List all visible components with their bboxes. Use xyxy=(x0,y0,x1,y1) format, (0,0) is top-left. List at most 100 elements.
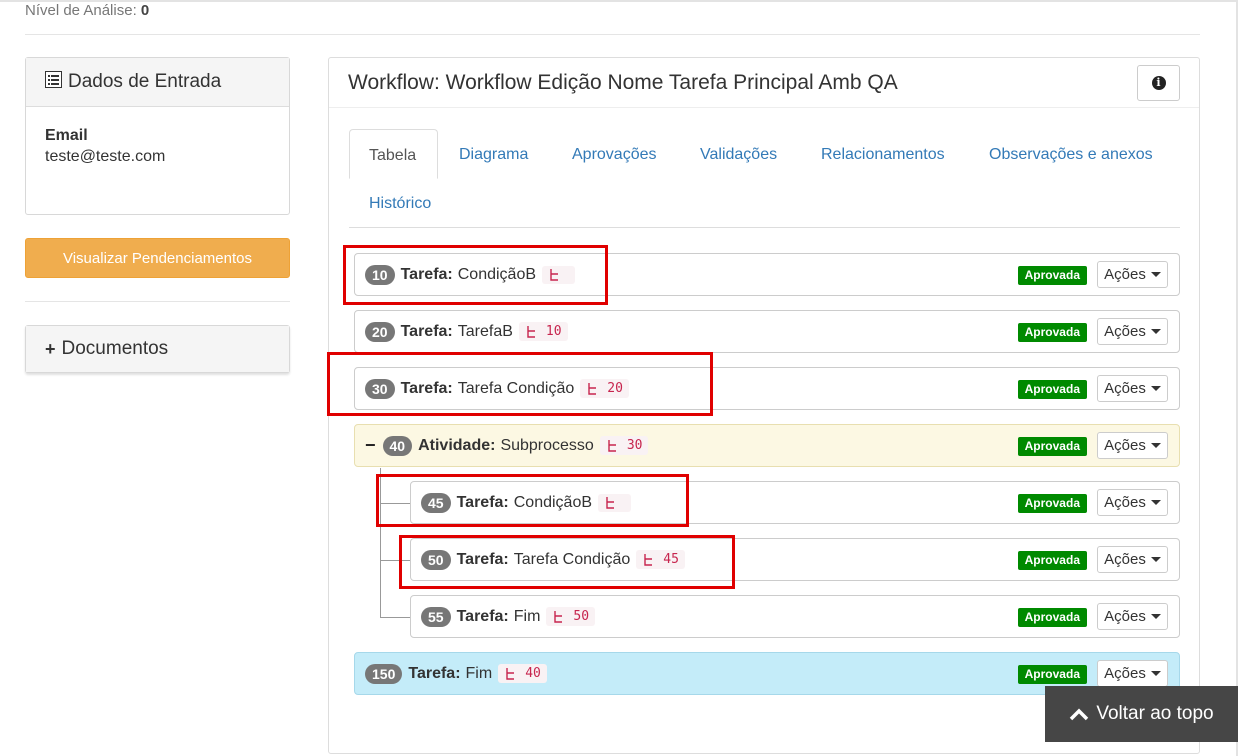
tab-tabela[interactable]: Tabela xyxy=(349,129,438,179)
acoes-label: Ações xyxy=(1104,380,1146,397)
dependency-number: 10 xyxy=(545,324,562,339)
status-badge: Aprovada xyxy=(1017,494,1087,513)
task-kind-label: Tarefa: xyxy=(400,379,453,397)
status-badge: Aprovada xyxy=(1017,551,1087,570)
tab-diagrama[interactable]: Diagrama xyxy=(459,146,528,164)
status-badge: Aprovada xyxy=(1017,266,1087,285)
dependency-code: 40 xyxy=(498,664,547,683)
task-name: Fim xyxy=(465,664,493,682)
window-top-border xyxy=(0,0,1238,2)
acoes-dropdown-button[interactable]: Ações xyxy=(1097,489,1168,516)
workflow-row[interactable]: 30 Tarefa: Tarefa Condição 20 Aprovada A… xyxy=(354,367,1180,410)
workflow-row[interactable]: 45 Tarefa: CondiçãoB Aprovada Ações xyxy=(410,481,1180,524)
email-value: teste@teste.com xyxy=(45,148,166,165)
task-number-badge: 45 xyxy=(421,492,451,513)
caret-down-icon xyxy=(1150,443,1161,448)
sitemap-icon xyxy=(550,268,559,281)
caret-down-icon xyxy=(1150,671,1161,676)
task-number-badge: 55 xyxy=(421,606,451,627)
acoes-label: Ações xyxy=(1104,551,1146,568)
dependency-number: 40 xyxy=(525,666,541,681)
left-divider xyxy=(25,301,290,302)
sitemap-icon xyxy=(527,325,535,338)
tab-relacionamentos[interactable]: Relacionamentos xyxy=(821,146,945,164)
acoes-label: Ações xyxy=(1104,608,1146,625)
dependency-number: 45 xyxy=(663,552,679,567)
status-badge: Aprovada xyxy=(1017,323,1087,342)
task-number-badge: 50 xyxy=(421,549,451,570)
caret-down-icon xyxy=(1150,614,1161,619)
sitemap-icon xyxy=(588,382,597,395)
workflow-row[interactable]: 20 Tarefa: TarefaB 10 Aprovada Ações xyxy=(354,310,1180,353)
dados-entrada-header: Dados de Entrada xyxy=(26,58,289,107)
workflow-title: Workflow: Workflow Edição Nome Tarefa Pr… xyxy=(348,70,898,94)
task-kind-label: Tarefa: xyxy=(456,493,509,511)
status-badge: Aprovada xyxy=(1017,608,1087,627)
dependency-code xyxy=(598,493,632,512)
expand-plus-icon[interactable]: + xyxy=(45,339,56,360)
documentos-header[interactable]: + Documentos xyxy=(26,326,289,372)
dependency-code xyxy=(542,265,576,284)
tree-connector xyxy=(380,503,410,504)
task-kind-label: Tarefa: xyxy=(456,550,509,568)
task-name: Fim xyxy=(513,607,541,625)
caret-down-icon xyxy=(1150,272,1161,277)
workflow-row[interactable]: 10 Tarefa: CondiçãoB Aprovada Ações xyxy=(354,253,1180,296)
voltar-ao-topo-button[interactable]: Voltar ao topo xyxy=(1045,686,1238,742)
tree-connector xyxy=(380,560,410,561)
nivel-label: Nível de Análise: xyxy=(25,2,137,19)
task-number-badge: 40 xyxy=(382,435,413,456)
sitemap-icon xyxy=(644,553,653,566)
caret-down-icon xyxy=(1150,329,1161,334)
top-divider xyxy=(25,34,1200,35)
task-name: Tarefa Condição xyxy=(457,379,575,397)
task-kind-label: Tarefa: xyxy=(408,664,461,682)
documentos-title: Documentos xyxy=(61,338,169,359)
workflow-row[interactable]: 55 Tarefa: Fim 50 Aprovada Ações xyxy=(410,595,1180,638)
tab-historico[interactable]: Histórico xyxy=(369,195,431,213)
dependency-code: 20 xyxy=(580,379,629,398)
acoes-dropdown-button[interactable]: Ações xyxy=(1097,261,1168,288)
workflow-header: Workflow: Workflow Edição Nome Tarefa Pr… xyxy=(329,58,1199,108)
task-name: TarefaB xyxy=(457,322,513,340)
sitemap-icon xyxy=(506,667,515,680)
workflow-tabs: Tabela Diagrama Aprovações Validações Re… xyxy=(349,129,1180,228)
task-name: Subprocesso xyxy=(500,436,594,454)
task-name: CondiçãoB xyxy=(457,265,537,283)
sitemap-icon xyxy=(608,439,616,452)
status-badge: Aprovada xyxy=(1017,380,1087,399)
caret-down-icon xyxy=(1150,500,1161,505)
task-kind-label: Tarefa: xyxy=(400,322,453,340)
collapse-minus-icon[interactable]: − xyxy=(365,435,376,456)
dados-entrada-body: Email teste@teste.com xyxy=(26,107,289,186)
dependency-number: 20 xyxy=(607,381,623,396)
chevron-up-icon xyxy=(1070,708,1089,721)
dependency-code: 10 xyxy=(518,322,568,341)
tree-connector xyxy=(380,617,410,618)
acoes-dropdown-button[interactable]: Ações xyxy=(1097,660,1168,687)
workflow-row[interactable]: 50 Tarefa: Tarefa Condição 45 Aprovada A… xyxy=(410,538,1180,581)
task-number-badge: 20 xyxy=(365,321,395,342)
tab-validacoes[interactable]: Validações xyxy=(700,146,777,164)
acoes-label: Ações xyxy=(1104,494,1146,511)
tab-observacoes-anexos[interactable]: Observações e anexos xyxy=(989,146,1153,164)
tab-aprovacoes[interactable]: Aprovações xyxy=(572,146,657,164)
nivel-value: 0 xyxy=(140,2,150,19)
voltar-label: Voltar ao topo xyxy=(1096,703,1214,724)
acoes-dropdown-button[interactable]: Ações xyxy=(1097,375,1168,402)
info-button[interactable]: i xyxy=(1137,64,1180,101)
acoes-dropdown-button[interactable]: Ações xyxy=(1097,318,1168,345)
task-kind-label: Tarefa: xyxy=(400,265,453,283)
acoes-dropdown-button[interactable]: Ações xyxy=(1097,546,1168,573)
task-name: CondiçãoB xyxy=(513,493,593,511)
visualizar-pendenciamentos-button[interactable]: Visualizar Pendenciamentos xyxy=(25,238,290,278)
caret-down-icon xyxy=(1150,386,1161,391)
subprocess-row[interactable]: − 40 Atividade: Subprocesso 30 Aprovada … xyxy=(354,424,1180,467)
task-number-badge: 150 xyxy=(365,663,403,684)
nivel-analise: Nível de Análise: 0 xyxy=(25,2,149,19)
email-label: Email xyxy=(45,127,88,144)
acoes-dropdown-button[interactable]: Ações xyxy=(1097,603,1168,630)
documentos-panel[interactable]: + Documentos xyxy=(25,325,290,373)
acoes-dropdown-button[interactable]: Ações xyxy=(1097,432,1168,459)
list-alt-icon xyxy=(45,70,62,94)
